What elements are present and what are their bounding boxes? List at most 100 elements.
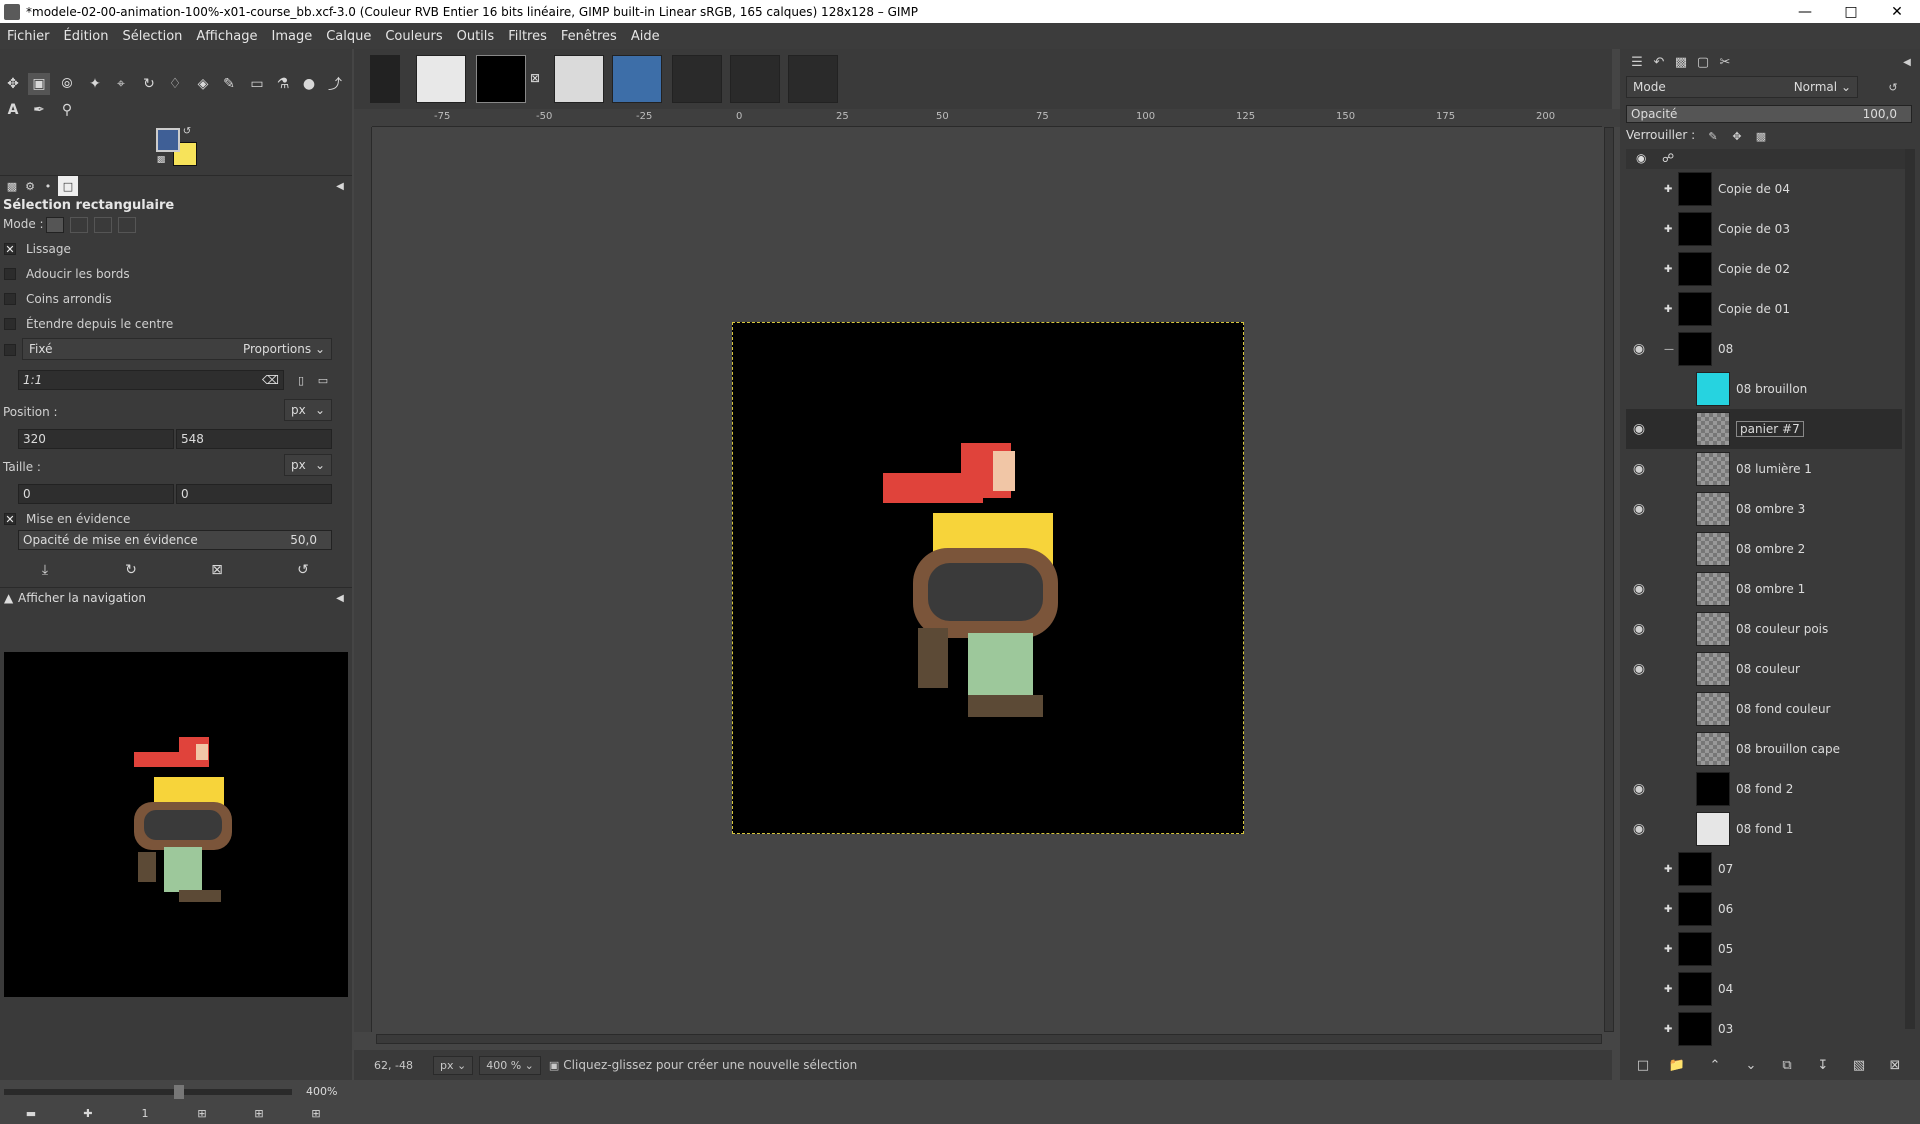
feather-checkbox[interactable] — [4, 268, 16, 280]
image-tab-5[interactable] — [612, 55, 662, 103]
layer-name[interactable]: panier #7 — [1736, 421, 1804, 437]
visibility-eye-icon[interactable]: ◉ — [1626, 341, 1652, 357]
position-x-field[interactable]: 320 — [18, 429, 174, 449]
layer-opacity-slider[interactable]: Opacité 100,0 — [1626, 105, 1912, 123]
layer-row[interactable]: ◉ 08 couleur — [1626, 649, 1902, 689]
fuzzy-select-tool-icon[interactable]: ✦ — [84, 73, 106, 95]
layer-row[interactable]: ✚ 05 — [1626, 929, 1902, 969]
layer-mode-combo[interactable]: Mode Normal ⌄ — [1626, 76, 1858, 98]
layer-row[interactable]: ✚ 04 — [1626, 969, 1902, 1009]
layers-tab-icon[interactable]: ☰ — [1626, 51, 1648, 73]
crop-tool-icon[interactable]: ⌖ — [110, 73, 132, 95]
layer-mask-icon[interactable]: ▧ — [1848, 1054, 1870, 1076]
layer-row[interactable]: 08 ombre 2 — [1626, 529, 1902, 569]
highlight-option[interactable]: ✕ Mise en évidence — [4, 512, 130, 526]
image-tab-1[interactable] — [370, 55, 400, 103]
delete-options-icon[interactable]: ⊠ — [206, 559, 228, 581]
zoom-tool-icon[interactable]: ⚲ — [56, 99, 78, 121]
mode-replace-icon[interactable] — [46, 217, 64, 233]
new-layer-group-icon[interactable]: 📁 — [1666, 1054, 1688, 1076]
visibility-eye-icon[interactable]: ◉ — [1626, 621, 1652, 637]
collapse-group-icon[interactable]: — — [1664, 344, 1678, 355]
tool-options-tab-icon[interactable]: ▩ — [2, 176, 22, 196]
mode-subtract-icon[interactable] — [94, 217, 112, 233]
menu-view[interactable]: Affichage — [189, 29, 264, 44]
nav-fit-image-icon[interactable]: ⊞ — [191, 1102, 213, 1124]
feather-option[interactable]: Adoucir les bords — [4, 267, 130, 281]
image-tab-2[interactable] — [416, 55, 466, 103]
text-tool-icon[interactable]: A — [2, 99, 24, 121]
duplicate-layer-icon[interactable]: ⧉ — [1776, 1054, 1798, 1076]
image-tab-8[interactable] — [788, 55, 838, 103]
layer-row[interactable]: ✚ Copie de 01 — [1626, 289, 1902, 329]
image-tab-6[interactable] — [672, 55, 722, 103]
clone-tool-icon[interactable]: ⚗ — [272, 73, 294, 95]
visibility-eye-icon[interactable]: ◉ — [1626, 581, 1652, 597]
layer-row[interactable]: ✚ Copie de 02 — [1626, 249, 1902, 289]
layer-row[interactable]: ◉ 08 ombre 1 — [1626, 569, 1902, 609]
layer-mode-reset-icon[interactable]: ↺ — [1882, 76, 1904, 98]
status-zoom-combo[interactable]: 400 % ⌄ — [479, 1055, 541, 1075]
visibility-eye-icon[interactable]: ◉ — [1626, 661, 1652, 677]
quick-mask-toggle[interactable] — [1602, 109, 1620, 127]
transform-tool-icon[interactable]: ↻ — [138, 73, 160, 95]
lasso-tool-icon[interactable]: ⦾ — [56, 73, 78, 95]
menu-help[interactable]: Aide — [624, 29, 667, 44]
brushes-tab-icon[interactable]: ▢ — [1692, 51, 1714, 73]
bucket-fill-tool-icon[interactable]: ◈ — [192, 73, 214, 95]
lower-layer-icon[interactable]: ⌄ — [1740, 1054, 1762, 1076]
device-status-tab-icon[interactable]: ⚙ — [20, 176, 40, 196]
clear-ratio-icon[interactable]: ⌫ — [262, 373, 279, 387]
visibility-eye-icon[interactable]: ◉ — [1626, 781, 1652, 797]
layer-row[interactable]: 08 brouillon cape — [1626, 729, 1902, 769]
smudge-tool-icon[interactable]: ● — [298, 73, 320, 95]
right-panel-menu-icon[interactable]: ◀ — [1896, 51, 1918, 73]
maximize-button[interactable]: □ — [1828, 0, 1874, 23]
panel-menu-icon[interactable]: ◀ — [330, 176, 350, 196]
color-picker-tool-icon[interactable]: ✒ — [28, 99, 50, 121]
merge-layer-icon[interactable]: ↧ — [1812, 1054, 1834, 1076]
expand-group-icon[interactable]: ✚ — [1664, 984, 1678, 995]
new-layer-icon[interactable]: □ — [1632, 1054, 1654, 1076]
eraser-tool-icon[interactable]: ▭ — [246, 73, 268, 95]
layer-row-selected[interactable]: ◉ panier #7 — [1626, 409, 1902, 449]
visibility-eye-icon[interactable]: ◉ — [1626, 461, 1652, 477]
layer-row[interactable]: 08 fond couleur — [1626, 689, 1902, 729]
fixed-combo[interactable]: Fixé Proportions ⌄ — [22, 338, 332, 360]
expand-group-icon[interactable]: ✚ — [1664, 864, 1678, 875]
layer-row[interactable]: ◉ 08 fond 2 — [1626, 769, 1902, 809]
fixed-checkbox[interactable] — [4, 344, 16, 356]
layer-row[interactable]: ✚ 07 — [1626, 849, 1902, 889]
nav-zoom-slider[interactable] — [4, 1089, 292, 1095]
nav-fill-window-icon[interactable]: ⊞ — [248, 1102, 270, 1124]
rounded-checkbox[interactable] — [4, 293, 16, 305]
image-canvas[interactable] — [732, 322, 1244, 834]
size-h-field[interactable]: 0 — [176, 484, 332, 504]
layers-scrollbar[interactable] — [1905, 149, 1915, 1029]
image-tab-7[interactable] — [730, 55, 780, 103]
expand-group-icon[interactable]: ✚ — [1664, 184, 1678, 195]
expand-group-icon[interactable]: ✚ — [1664, 304, 1678, 315]
position-unit-combo[interactable]: px ⌄ — [284, 399, 332, 421]
delete-layer-icon[interactable]: ⊠ — [1884, 1054, 1906, 1076]
menu-layer[interactable]: Calque — [319, 29, 378, 44]
patterns-tab-icon[interactable]: ▩ — [1670, 51, 1692, 73]
nav-zoom-slider-handle[interactable] — [174, 1085, 184, 1099]
undo-history-tab-icon[interactable]: • — [38, 176, 58, 196]
paintbrush-tool-icon[interactable]: ✎ — [218, 73, 240, 95]
fonts-tab-icon[interactable]: ✂ — [1714, 51, 1736, 73]
menu-filters[interactable]: Filtres — [501, 29, 554, 44]
visibility-eye-icon[interactable]: ◉ — [1626, 421, 1652, 437]
menu-select[interactable]: Sélection — [115, 29, 189, 44]
default-colors-icon[interactable]: ▩ — [154, 153, 168, 167]
highlight-checkbox[interactable]: ✕ — [4, 513, 16, 526]
menu-image[interactable]: Image — [264, 29, 319, 44]
lock-alpha-icon[interactable]: ▩ — [1750, 125, 1772, 147]
nav-zoom-out-icon[interactable]: ▬ — [20, 1102, 42, 1124]
layer-row[interactable]: ◉ 08 lumière 1 — [1626, 449, 1902, 489]
mode-add-icon[interactable] — [70, 217, 88, 233]
antialias-checkbox[interactable]: ✕ — [4, 243, 16, 256]
layer-row[interactable]: ◉ 08 fond 1 — [1626, 809, 1902, 849]
expand-group-icon[interactable]: ✚ — [1664, 944, 1678, 955]
expand-center-checkbox[interactable] — [4, 318, 16, 330]
